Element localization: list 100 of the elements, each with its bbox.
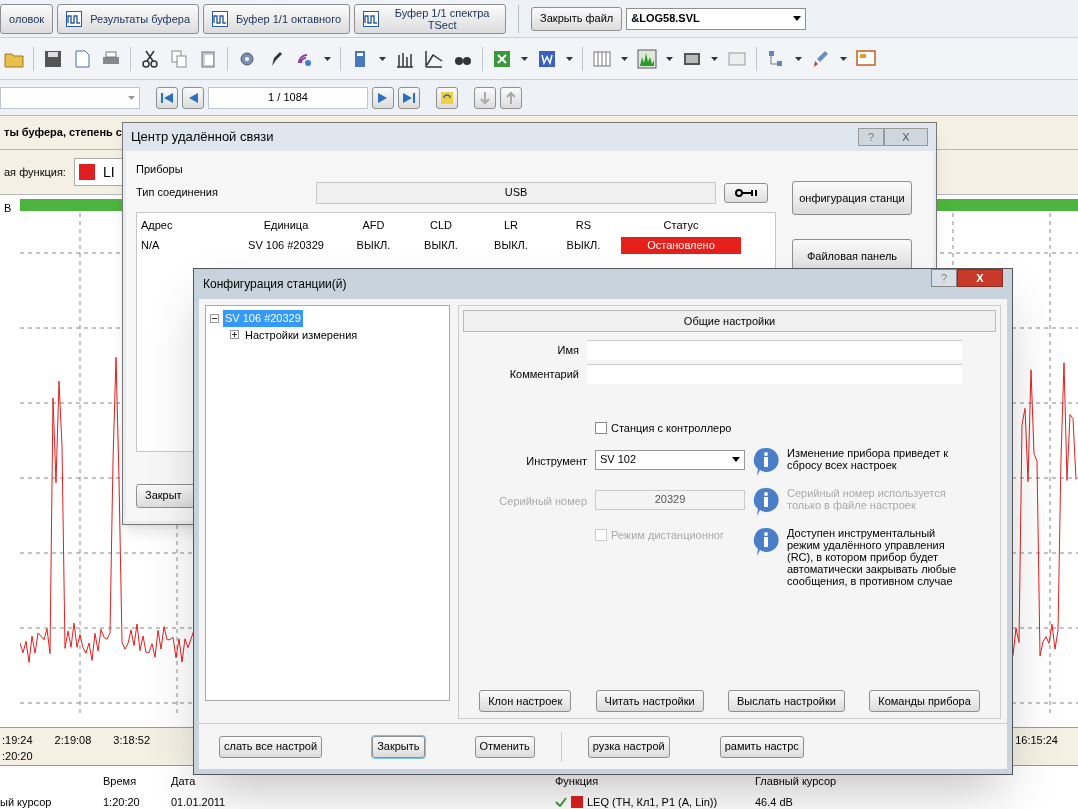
collapse-icon[interactable] bbox=[210, 313, 219, 323]
dialog-button[interactable]: Читать настройки bbox=[595, 690, 704, 712]
refresh-icon bbox=[440, 90, 454, 105]
field-label: Серийный номер bbox=[498, 493, 587, 509]
axis-tick-label: 16:15:24 bbox=[1015, 733, 1058, 748]
brush-icon[interactable] bbox=[811, 48, 831, 69]
scissors-icon[interactable] bbox=[140, 48, 160, 69]
dropdown-arrow-icon[interactable] bbox=[621, 56, 628, 61]
monitor-icon[interactable] bbox=[856, 48, 876, 69]
info-text: Доступен инструментальный режим удалённого управления (RC), в котором прибор будет автоматически закрывать любые сообщения, в противном случае bbox=[787, 526, 958, 587]
dropdown-arrow-icon[interactable] bbox=[711, 56, 718, 61]
panel-title: ты буфера, степень с bbox=[3, 125, 122, 141]
table-cell-text: 46.4 dB bbox=[755, 794, 794, 809]
line-graph-icon[interactable] bbox=[424, 48, 444, 69]
previous-button[interactable] bbox=[182, 86, 204, 109]
dialog-button[interactable]: Команды прибора bbox=[869, 690, 980, 712]
checkbox-label: Станция с контроллеро bbox=[611, 421, 732, 436]
serial-number-field: 20329 bbox=[595, 489, 745, 510]
pulse-icon bbox=[212, 10, 228, 27]
table-cell-text: 1:20:20 bbox=[103, 794, 141, 809]
dropdown-arrow-icon bbox=[732, 457, 740, 462]
column-header: Главный курсор bbox=[755, 774, 838, 789]
column-header: Функция bbox=[555, 774, 600, 789]
dialog-button[interactable]: рузка настрой bbox=[587, 735, 670, 758]
tab[interactable]: Буфер 1/1 спектра TSect bbox=[354, 3, 507, 34]
close-button[interactable]: X bbox=[957, 269, 1003, 287]
info-text: Изменение прибора приведет к сбросу всех настроек bbox=[787, 446, 950, 471]
axis-tick-label: 2:19:08 bbox=[54, 733, 92, 748]
axis-unit-label: B bbox=[4, 201, 12, 216]
pulse-icon bbox=[66, 10, 83, 27]
tree-item[interactable]: Настройки измерения bbox=[243, 326, 360, 343]
close-button[interactable]: X bbox=[884, 128, 928, 146]
dialog-button[interactable]: онфигурация станци bbox=[792, 181, 912, 215]
axis-tick-label: :20:20 bbox=[2, 749, 33, 764]
pulse-icon bbox=[363, 10, 380, 27]
combo-field[interactable] bbox=[0, 86, 140, 109]
column-header: Статус bbox=[662, 217, 700, 233]
spectrum-icon[interactable] bbox=[637, 48, 657, 69]
spreadsheet-icon[interactable] bbox=[492, 48, 512, 69]
word-document-icon[interactable] bbox=[537, 48, 557, 69]
window-title: Центр удалённой связи bbox=[131, 128, 274, 147]
tab[interactable]: оловок bbox=[0, 3, 54, 34]
section-label: Приборы bbox=[136, 162, 184, 177]
key-icon bbox=[735, 188, 757, 197]
column-header: Единица bbox=[262, 217, 310, 233]
close-file-button[interactable]: Закрыть файл bbox=[531, 6, 623, 31]
position-field[interactable]: 1 / 1084 bbox=[208, 86, 368, 109]
expand-icon[interactable] bbox=[230, 330, 239, 340]
connection-field: USB bbox=[316, 181, 716, 204]
dialog-button[interactable]: слать все настрой bbox=[219, 735, 323, 758]
down-button[interactable] bbox=[474, 86, 496, 109]
column-header: CLD bbox=[429, 217, 453, 233]
tab[interactable]: Результаты буфера bbox=[57, 3, 199, 34]
dialog-button[interactable]: Закрыть bbox=[372, 735, 425, 758]
file-dropdown[interactable]: &LOG58.SVL bbox=[626, 7, 807, 30]
axis-tick-label: 3:18:52 bbox=[113, 733, 150, 748]
column-header: LR bbox=[502, 217, 520, 233]
first-icon bbox=[160, 90, 174, 105]
axis-tick-label: :19:24 bbox=[2, 733, 33, 748]
dialog-button[interactable]: Отменить bbox=[474, 735, 535, 758]
refresh-button[interactable] bbox=[436, 86, 458, 109]
instrument-dropdown[interactable]: SV 102 bbox=[595, 449, 745, 470]
table-cell: Остановлено bbox=[621, 237, 741, 254]
next-button[interactable] bbox=[372, 86, 394, 109]
section-header: Общие настройки bbox=[463, 310, 996, 332]
columns-icon[interactable] bbox=[592, 48, 612, 69]
connection-settings-button[interactable] bbox=[724, 182, 768, 203]
table-cell-text: N/A bbox=[141, 238, 161, 253]
dropdown-arrow-icon bbox=[793, 16, 802, 21]
table-cell-text: ВЫКЛ. bbox=[493, 238, 529, 253]
last-button[interactable] bbox=[398, 86, 420, 109]
dropdown-arrow-icon[interactable] bbox=[666, 56, 673, 61]
column-header: AFD bbox=[361, 217, 386, 233]
dropdown-arrow-icon[interactable] bbox=[840, 56, 847, 61]
up-button[interactable] bbox=[500, 86, 522, 109]
column-header: Дата bbox=[171, 774, 197, 789]
dialog-button[interactable]: рамить настрс bbox=[719, 735, 804, 758]
tab[interactable]: Буфер 1/1 октавного bbox=[203, 3, 351, 34]
field-label: Тип соединения bbox=[136, 185, 219, 201]
up-icon bbox=[504, 90, 518, 105]
dropdown-arrow-icon[interactable] bbox=[795, 56, 802, 61]
checkbox[interactable] bbox=[595, 422, 607, 435]
window-title: Конфигурация станции(й) bbox=[203, 276, 347, 293]
dropdown-arrow-icon[interactable] bbox=[566, 56, 573, 61]
text-field[interactable] bbox=[587, 340, 962, 360]
dialog-button[interactable]: Выслать настройки bbox=[728, 690, 845, 712]
dropdown-arrow-icon[interactable] bbox=[324, 56, 331, 61]
field-label: Имя bbox=[556, 342, 579, 358]
table-cell: LEQ (TH, Кл1, P1 (A, Lin)) bbox=[587, 794, 718, 809]
dropdown-arrow-icon bbox=[128, 95, 135, 100]
checkbox-label: Режим дистанционног bbox=[611, 527, 724, 543]
dropdown-arrow-icon[interactable] bbox=[521, 56, 528, 61]
dialog-button[interactable]: Клон настроек bbox=[479, 690, 572, 712]
dropdown-arrow-icon[interactable] bbox=[379, 56, 386, 61]
clipboard-icon[interactable] bbox=[198, 48, 218, 69]
table-cell-text: ВЫКЛ. bbox=[355, 238, 392, 253]
first-button[interactable] bbox=[156, 86, 178, 109]
table-cell-text: ВЫКЛ. bbox=[565, 238, 602, 253]
text-field[interactable] bbox=[587, 364, 962, 384]
field-label: Инструмент bbox=[525, 453, 587, 469]
